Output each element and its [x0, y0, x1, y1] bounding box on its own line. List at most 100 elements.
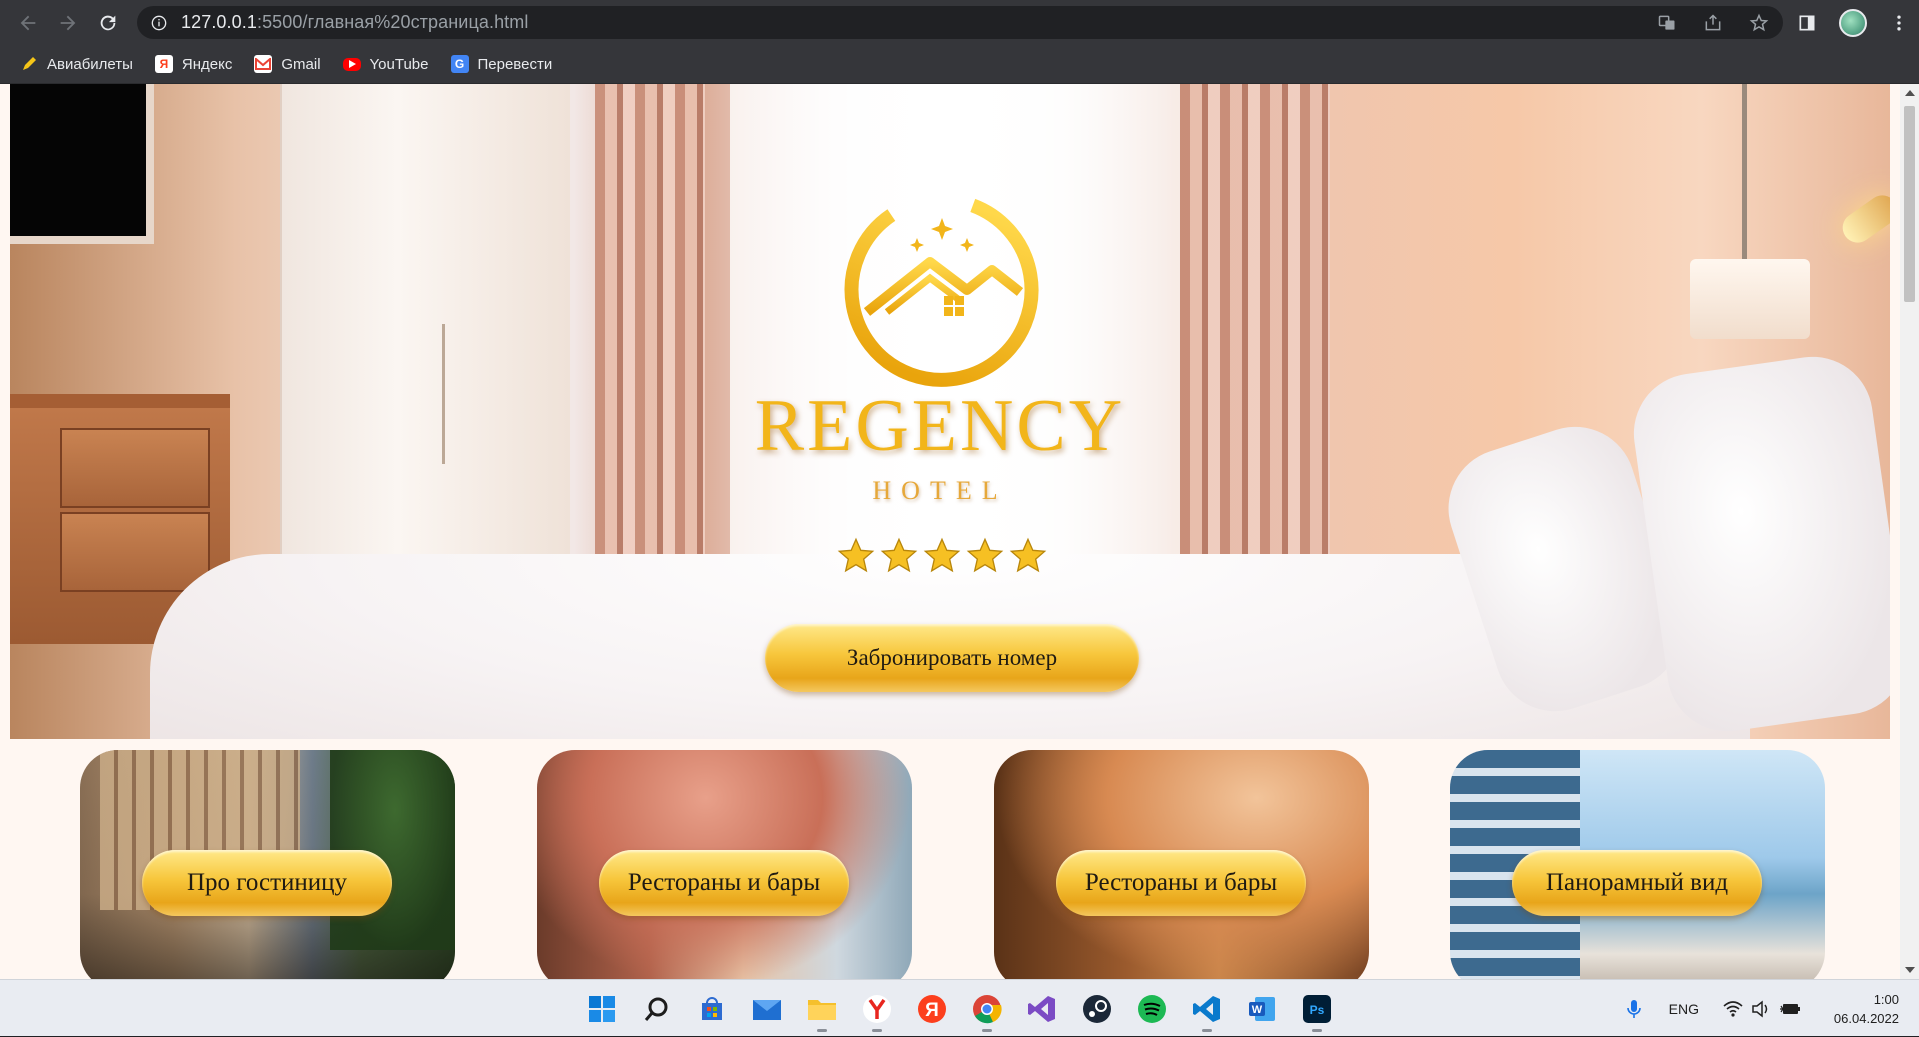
browser-toolbar: 127.0.0.1:5500/главная%20страница.html — [0, 0, 1919, 45]
photoshop-app[interactable]: Ps — [1298, 990, 1336, 1032]
bookmark-yandex[interactable]: Я Яндекс — [154, 55, 233, 73]
url-text: 127.0.0.1:5500/главная%20страница.html — [181, 12, 529, 32]
vscode-icon — [1193, 995, 1220, 1022]
photoshop-icon: Ps — [1303, 994, 1331, 1023]
restaurants-bars-button-2[interactable]: Рестораны и бары — [1056, 850, 1306, 916]
star-icon — [923, 537, 961, 573]
search-icon — [644, 997, 668, 1021]
page-viewport: REGENCY HOTEL Забронировать номер Про го… — [0, 84, 1900, 979]
svg-text:Ps: Ps — [1310, 1003, 1325, 1017]
card-restaurants-bars[interactable]: Рестораны и бары — [537, 750, 912, 979]
bookmarks-bar: Авиабилеты Я Яндекс Gmail YouTube G Пере… — [0, 45, 1919, 84]
mail-icon — [753, 999, 781, 1020]
visual-studio-app[interactable] — [1023, 990, 1061, 1028]
hero-sconce — [1836, 189, 1890, 249]
reload-button[interactable] — [88, 3, 128, 43]
yandex-browser-app[interactable] — [858, 990, 896, 1032]
card-panoramic-view[interactable]: Панорамный вид — [1450, 750, 1825, 979]
spotify-app[interactable] — [1133, 990, 1171, 1028]
visual-studio-icon — [1028, 995, 1055, 1022]
gmail-icon — [254, 55, 273, 73]
start-button[interactable] — [583, 990, 621, 1028]
bookmark-star-icon[interactable] — [1749, 13, 1769, 33]
wifi-icon[interactable] — [1723, 1000, 1743, 1018]
address-bar[interactable]: 127.0.0.1:5500/главная%20страница.html — [137, 6, 1783, 39]
system-tray: ENG 1:00 06.04.2022 — [1625, 980, 1919, 1037]
bookmark-label: Яндекс — [181, 55, 233, 73]
folder-icon — [808, 999, 836, 1020]
bookmark-aviabilety[interactable]: Авиабилеты — [20, 55, 133, 73]
about-hotel-button[interactable]: Про гостиницу — [142, 850, 392, 916]
back-arrow-icon — [20, 15, 36, 30]
language-indicator[interactable]: ENG — [1669, 1001, 1699, 1017]
brand-subtitle: HOTEL — [872, 476, 1008, 505]
windows-taskbar: Я W Ps ENG 1:00 06.04.2022 — [0, 979, 1919, 1036]
hotel-rating — [836, 536, 1056, 576]
reload-icon — [100, 15, 116, 30]
yandex-icon: Я — [918, 994, 946, 1023]
search-button[interactable] — [638, 990, 676, 1028]
forward-button[interactable] — [48, 3, 88, 43]
store-app[interactable] — [693, 990, 731, 1028]
volume-icon[interactable] — [1751, 999, 1771, 1018]
svg-text:W: W — [1252, 1004, 1263, 1016]
clock-time: 1:00 — [1873, 991, 1899, 1007]
hero-tv — [10, 84, 154, 244]
yandex-icon: Я — [154, 55, 173, 73]
yandex-app[interactable]: Я — [913, 990, 951, 1028]
pencil-icon — [20, 55, 38, 73]
bookmark-label: YouTube — [369, 55, 429, 73]
clock-date: 06.04.2022 — [1833, 1010, 1899, 1026]
translate-page-icon[interactable] — [1657, 13, 1677, 33]
restaurants-bars-button[interactable]: Рестораны и бары — [599, 850, 849, 916]
bookmark-label: Gmail — [281, 55, 321, 73]
scroll-up-arrow-icon[interactable] — [1905, 90, 1915, 96]
bookmark-label: Авиабилеты — [47, 55, 133, 73]
profile-avatar[interactable] — [1839, 8, 1867, 37]
word-icon: W — [1249, 996, 1275, 1021]
yandex-browser-icon — [863, 994, 891, 1023]
vscode-app[interactable] — [1188, 990, 1226, 1032]
hero-lamp — [1690, 259, 1810, 339]
back-button[interactable] — [8, 3, 48, 43]
svg-text:Я: Я — [925, 1000, 939, 1021]
scroll-thumb[interactable] — [1904, 106, 1915, 302]
clock[interactable]: 1:00 06.04.2022 — [1809, 990, 1919, 1028]
star-icon — [880, 537, 918, 573]
word-app[interactable]: W — [1243, 990, 1281, 1028]
panoramic-view-button[interactable]: Панорамный вид — [1512, 850, 1762, 916]
steam-app[interactable] — [1078, 990, 1116, 1028]
book-room-button[interactable]: Забронировать номер — [765, 624, 1139, 692]
mail-app[interactable] — [748, 990, 786, 1028]
chrome-app[interactable] — [968, 990, 1006, 1032]
chrome-icon — [973, 994, 1002, 1023]
card-restaurants-bars-2[interactable]: Рестораны и бары — [994, 750, 1369, 979]
bookmark-youtube[interactable]: YouTube — [342, 55, 429, 73]
battery-icon[interactable] — [1779, 1000, 1801, 1018]
file-explorer-app[interactable] — [803, 990, 841, 1032]
bookmark-gmail[interactable]: Gmail — [254, 55, 321, 73]
star-icon — [1009, 537, 1047, 573]
card-about-hotel[interactable]: Про гостиницу — [80, 750, 455, 979]
scroll-down-arrow-icon[interactable] — [1905, 967, 1915, 973]
steam-icon — [1083, 994, 1111, 1023]
info-icon — [151, 15, 167, 30]
hotel-logo-emblem-icon — [844, 192, 1039, 387]
hero-wardrobe — [280, 84, 570, 604]
star-icon — [966, 537, 1004, 573]
google-translate-icon: G — [450, 55, 469, 73]
hero-banner: REGENCY HOTEL Забронировать номер — [10, 84, 1890, 739]
side-panel-icon[interactable] — [1797, 13, 1817, 33]
microsoft-store-icon — [702, 996, 722, 1020]
bookmark-translate[interactable]: G Перевести — [450, 55, 553, 73]
forward-arrow-icon — [60, 15, 76, 30]
bookmark-label: Перевести — [477, 55, 553, 73]
hero-lamp-pole — [1742, 84, 1747, 264]
share-icon[interactable] — [1703, 13, 1723, 33]
page-scrollbar[interactable] — [1900, 84, 1919, 979]
microphone-icon[interactable] — [1625, 998, 1643, 1020]
youtube-icon — [342, 57, 361, 71]
brand-name: REGENCY — [754, 385, 1126, 467]
menu-dots-icon[interactable] — [1889, 13, 1909, 33]
star-icon — [837, 537, 875, 573]
